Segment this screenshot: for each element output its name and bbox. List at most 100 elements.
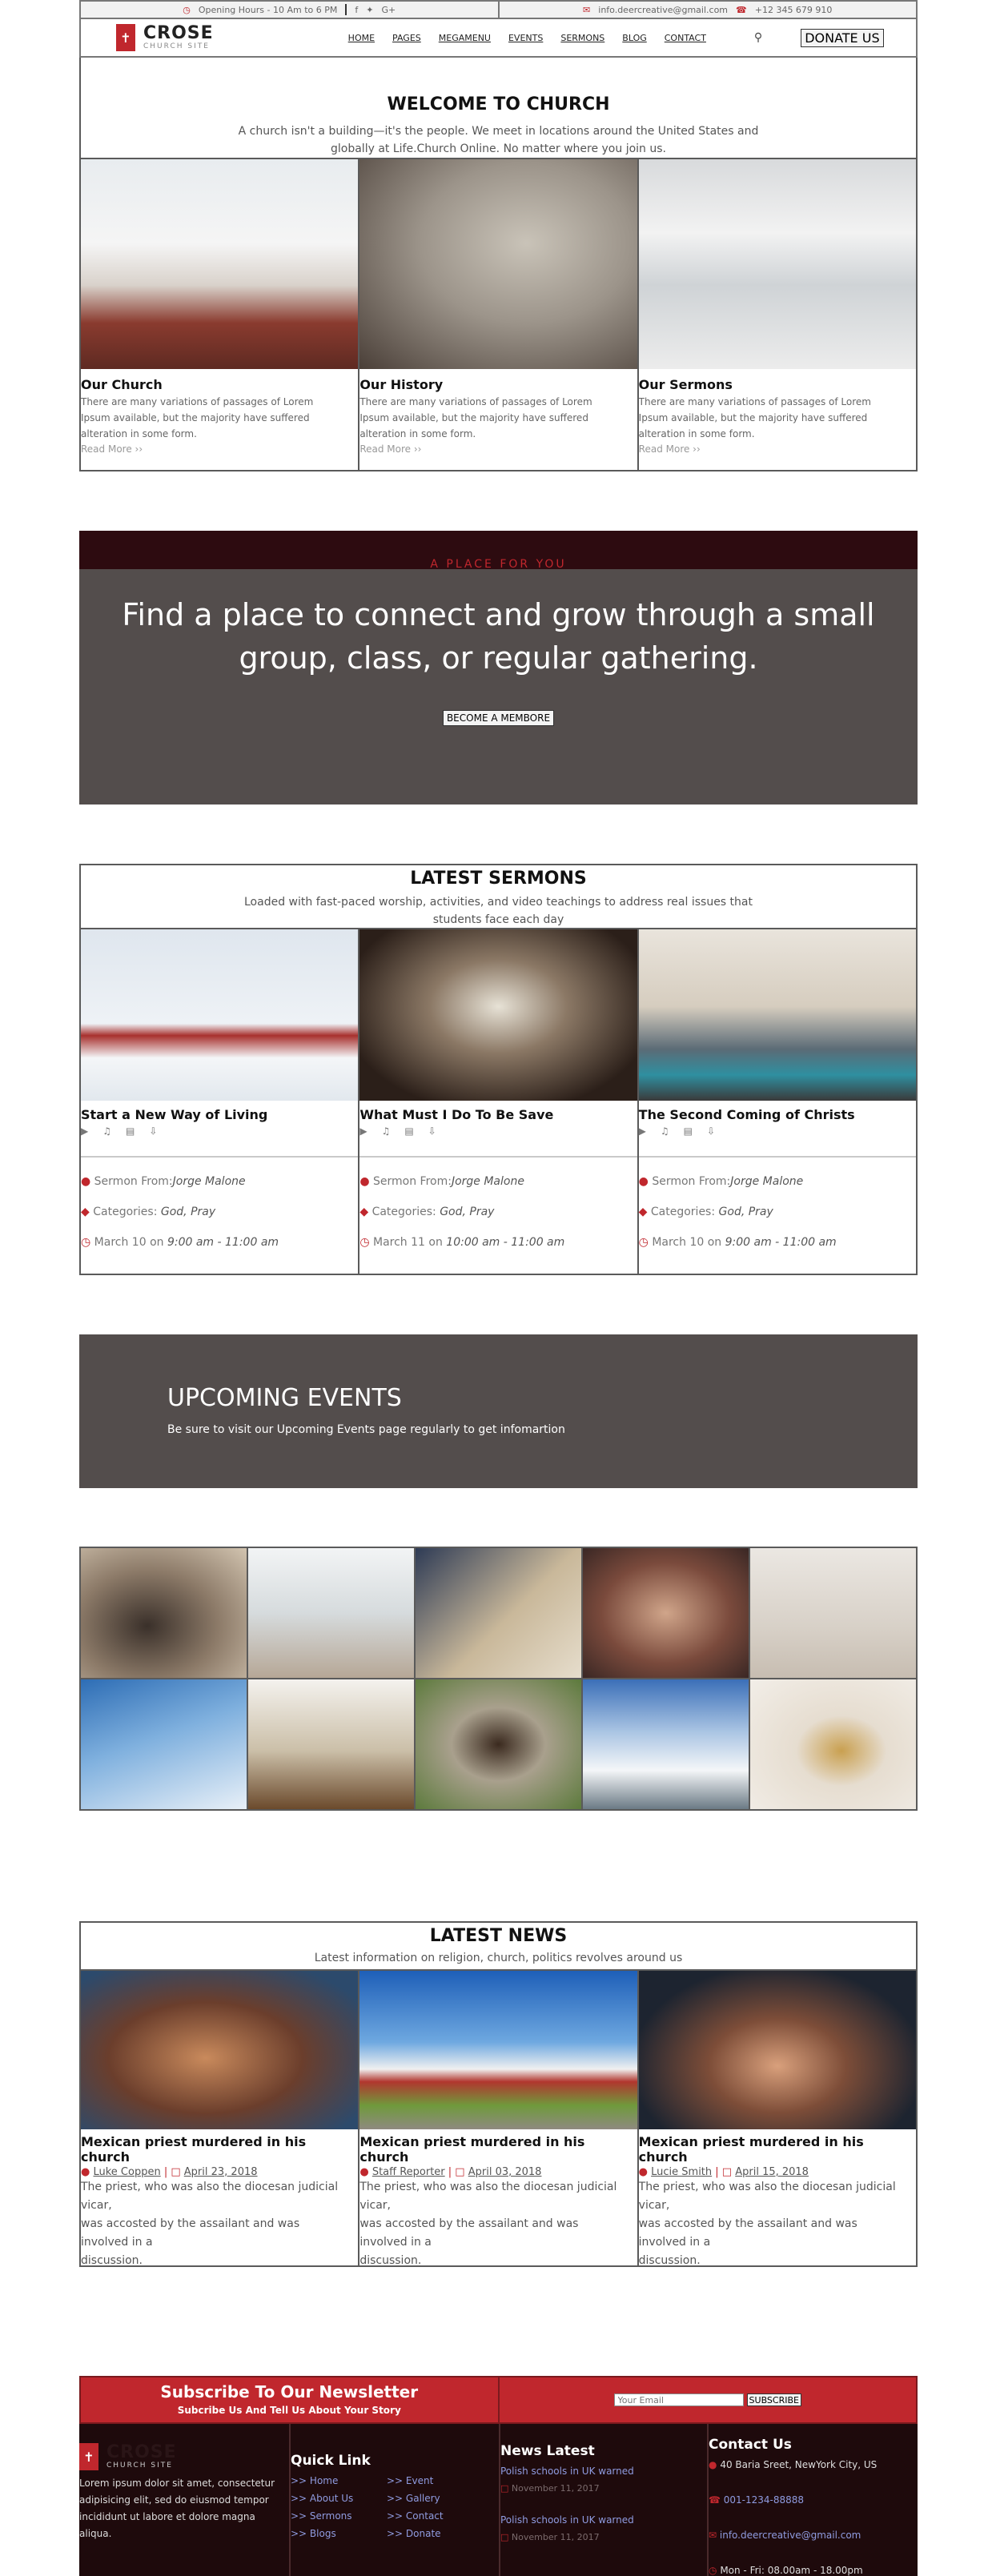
gallery-image-book[interactable] [248,1679,414,1809]
nav-events[interactable]: EVENTS [508,33,543,43]
news-date[interactable]: April 23, 2018 [184,2166,258,2178]
newsletter-email-input[interactable] [613,2393,744,2406]
categories-value: God, Pray [160,1206,216,1218]
google-plus-icon[interactable]: G+ [381,5,396,15]
video-icon[interactable]: ▶ [639,1125,646,1137]
gallery-image-congregation[interactable] [583,1548,749,1678]
read-more-link[interactable]: Read More ›› [359,443,637,455]
download-icon[interactable]: ⇩ [707,1125,715,1137]
gallery-image-praying-hands[interactable] [81,1548,247,1678]
search-icon[interactable]: ⚲ [754,31,762,44]
main-nav: HOME PAGES MEGAMENU EVENTS SERMONS BLOG … [348,33,706,43]
footer-contact: Contact Us ● 40 Baria Sreet, NewYork Cit… [707,2424,918,2576]
read-more-link[interactable]: Read More ›› [81,443,358,455]
news-title[interactable]: Mexican priest murdered in his church [639,2134,916,2165]
video-icon[interactable]: ▶ [81,1125,88,1137]
facebook-icon[interactable]: f [355,5,358,15]
footer-link-about[interactable]: >> About Us [291,2493,387,2504]
document-icon[interactable]: ▤ [684,1125,693,1137]
sermon-card: Start a New Way of Living ▶ ♫ ▤ ⇩ ● Serm… [81,929,359,1274]
top-bar-left: ◷ Opening Hours - 10 Am to 6 PM f ✦ G+ [81,2,500,18]
news-author[interactable]: Luke Coppen [93,2166,160,2178]
news-header: LATEST NEWS Latest information on religi… [79,1921,918,1969]
donate-button[interactable]: DONATE US [801,28,884,47]
footer-news-item[interactable]: Polish schools in UK warned [500,2514,707,2526]
footer-link-sermons[interactable]: >> Sermons [291,2510,387,2522]
footer-logo-title: CROSE [106,2442,177,2462]
about-card-history: Our History There are many variations of… [358,159,637,470]
gallery-image-cross-sky[interactable] [81,1679,247,1809]
newsletter-intro: Subscribe To Our Newsletter Subcribe Us … [81,2377,500,2422]
read-more-link[interactable]: Read More ›› [639,443,916,455]
document-icon[interactable]: ▤ [404,1125,413,1137]
news-date[interactable]: April 15, 2018 [735,2166,809,2178]
news-author[interactable]: Lucie Smith [651,2166,712,2178]
sermon-title[interactable]: Start a New Way of Living [81,1107,358,1122]
church-aisle-image [638,929,916,1101]
footer-link-blogs[interactable]: >> Blogs [291,2528,387,2539]
boy-praying-image [81,1971,359,2129]
headphones-icon[interactable]: ♫ [382,1125,391,1137]
sermon-card: The Second Coming of Christs ▶ ♫ ▤ ⇩ ● S… [637,929,916,1274]
sermons-subtitle: Loaded with fast-paced worship, activiti… [244,896,753,926]
download-icon[interactable]: ⇩ [428,1125,436,1137]
download-icon[interactable]: ⇩ [149,1125,157,1137]
headphones-icon[interactable]: ♫ [102,1125,111,1137]
footer-link-donate[interactable]: >> Donate [387,2528,483,2539]
sermons-grid: Start a New Way of Living ▶ ♫ ▤ ⇩ ● Serm… [79,928,918,1275]
sermon-title[interactable]: The Second Coming of Christs [639,1107,916,1122]
sermon-hours: 9:00 am - 11:00 am [725,1236,837,1249]
about-cards: Our Church There are many variations of … [79,158,918,471]
nav-pages[interactable]: PAGES [392,33,421,43]
sermon-time: ◷ March 10 on 9:00 am - 11:00 am [81,1236,358,1249]
gallery-image-mountain-church[interactable] [583,1679,749,1809]
user-icon: ● [638,1175,649,1188]
sermon-title[interactable]: What Must I Do To Be Save [359,1107,637,1122]
hours-text: Mon - Fri: 08.00am - 18.00pm [720,2565,863,2576]
subscribe-button[interactable]: SUBSCRIBE [746,2393,801,2406]
nav-contact[interactable]: CONTACT [665,33,706,43]
sermon-time: ◷ March 11 on 10:00 am - 11:00 am [359,1236,637,1249]
video-icon[interactable]: ▶ [359,1125,367,1137]
gallery-image-writing[interactable] [416,1548,581,1678]
nav-sermons[interactable]: SERMONS [560,33,604,43]
news-title[interactable]: Mexican priest murdered in his church [81,2134,358,2165]
footer-logo[interactable]: ✝ CROSE CHURCH SITE [79,2443,289,2470]
document-icon[interactable]: ▤ [126,1125,135,1137]
top-email[interactable]: info.deercreative@gmail.com [598,5,728,15]
preacher-name: Jorge Malone [172,1175,246,1188]
twitter-icon[interactable]: ✦ [366,5,373,15]
photo-gallery [79,1547,918,1811]
become-member-button[interactable]: BECOME A MEMBORE [442,710,555,726]
footer-link-contact[interactable]: >> Contact [387,2510,483,2522]
email-link[interactable]: info.deercreative@gmail.com [720,2530,861,2541]
categories-label: Categories: [93,1206,158,1218]
sermon-media-icons: ▶ ♫ ▤ ⇩ [81,1125,359,1158]
nav-megamenu[interactable]: MEGAMENU [439,33,491,43]
sermon-from: ● Sermon From:Jorge Malone [639,1175,916,1188]
footer-link-gallery[interactable]: >> Gallery [387,2493,483,2504]
news-meta: ● Staff Reporter | □ April 03, 2018 [359,2166,542,2178]
logo[interactable]: ✝ CROSE CHURCH SITE [116,24,214,51]
news-author[interactable]: Staff Reporter [372,2166,445,2178]
gallery-image-rosary-crucifix[interactable] [416,1679,581,1809]
categories-value: God, Pray [718,1206,773,1218]
top-phone[interactable]: +12 345 679 910 [755,5,833,15]
footer-link-home[interactable]: >> Home [291,2475,387,2486]
phone-link[interactable]: 001-1234-88888 [724,2494,804,2506]
gallery-image-church-interior[interactable] [248,1548,414,1678]
footer-phone: ☎ 001-1234-88888 [709,2494,918,2506]
footer-about-text: Lorem ipsum dolor sit amet, consectetur … [79,2478,275,2539]
about-text: There are many variations of passages of… [81,396,314,439]
gallery-image-rings[interactable] [750,1679,916,1809]
footer-link-event[interactable]: >> Event [387,2475,483,2486]
nav-blog[interactable]: BLOG [622,33,646,43]
news-title[interactable]: Mexican priest murdered in his church [359,2134,637,2165]
gallery-image-crucifix[interactable] [750,1548,916,1678]
news-date[interactable]: April 03, 2018 [468,2166,542,2178]
headphones-icon[interactable]: ♫ [661,1125,669,1137]
footer-news-item[interactable]: Polish schools in UK warned [500,2466,707,2477]
nav-home[interactable]: HOME [348,33,375,43]
site-footer: ✝ CROSE CHURCH SITE Lorem ipsum dolor si… [79,2424,918,2576]
location-icon: ● [709,2459,717,2470]
